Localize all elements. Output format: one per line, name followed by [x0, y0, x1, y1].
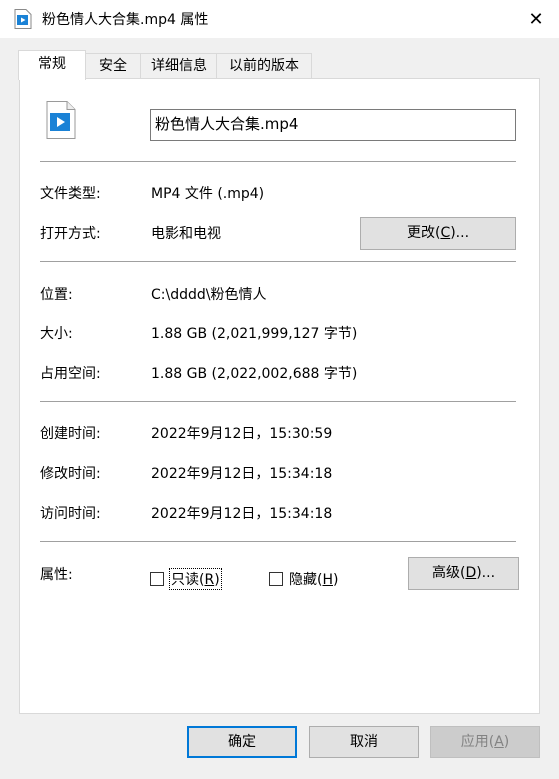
readonly-key: R [204, 572, 215, 588]
divider [40, 401, 516, 402]
general-panel: 粉色情人大合集.mp4 文件类型: MP4 文件 (.mp4) 打开方式: 电影… [19, 78, 540, 714]
attributes-label: 属性: [40, 567, 73, 583]
hidden-text: 隐藏( [289, 572, 323, 588]
change-button[interactable]: 更改(C)... [360, 217, 516, 250]
hidden-checkbox[interactable]: 隐藏(H) [269, 569, 338, 589]
open-with-value: 电影和电视 [151, 226, 221, 242]
tab-general[interactable]: 常规 [18, 50, 86, 80]
hidden-checkbox-label: 隐藏(H) [289, 569, 338, 589]
location-value: C:\dddd\粉色情人 [151, 287, 267, 303]
hidden-tail: ) [333, 572, 339, 588]
readonly-tail: ) [214, 572, 220, 588]
change-button-key: C [440, 225, 451, 241]
properties-dialog: 粉色情人大合集.mp4 属性 ✕ 常规 安全 详细信息 以前的版本 粉色情人大合… [0, 0, 559, 779]
tab-previous-versions[interactable]: 以前的版本 [216, 53, 312, 79]
modified-value: 2022年9月12日，15:34:18 [151, 466, 333, 482]
close-button[interactable]: ✕ [513, 0, 559, 38]
size-label: 大小: [40, 326, 73, 342]
file-type-label: 文件类型: [40, 186, 101, 202]
file-name-input[interactable]: 粉色情人大合集.mp4 [150, 109, 516, 141]
size-on-disk-label: 占用空间: [40, 366, 101, 382]
divider [40, 541, 516, 542]
apply-button-tail: ) [503, 734, 510, 750]
window-title: 粉色情人大合集.mp4 属性 [42, 12, 209, 28]
advanced-button-key: D [465, 565, 477, 581]
title-bar: 粉色情人大合集.mp4 属性 ✕ [0, 0, 559, 38]
file-type-value: MP4 文件 (.mp4) [151, 186, 265, 202]
advanced-button[interactable]: 高级(D)... [408, 557, 519, 590]
open-with-label: 打开方式: [40, 226, 101, 242]
tab-details[interactable]: 详细信息 [140, 53, 218, 79]
ok-button[interactable]: 确定 [187, 726, 297, 758]
readonly-checkbox[interactable]: 只读(R) [150, 568, 222, 590]
apply-button[interactable]: 应用(A) [430, 726, 540, 758]
apply-button-key: A [494, 734, 504, 750]
readonly-checkbox-label: 只读(R) [169, 568, 222, 590]
close-icon: ✕ [528, 8, 544, 30]
readonly-checkbox-box[interactable] [150, 572, 164, 586]
accessed-value: 2022年9月12日，15:34:18 [151, 506, 333, 522]
readonly-text: 只读( [171, 572, 205, 588]
divider [40, 161, 516, 162]
advanced-button-text: 高级( [431, 565, 466, 581]
advanced-button-tail: )... [476, 565, 496, 581]
divider [40, 261, 516, 262]
tab-security[interactable]: 安全 [84, 53, 142, 79]
cancel-button[interactable]: 取消 [309, 726, 419, 758]
video-file-icon [46, 101, 76, 139]
size-on-disk-value: 1.88 GB (2,022,002,688 字节) [151, 366, 358, 382]
accessed-label: 访问时间: [40, 506, 101, 522]
change-button-text: 更改( [406, 225, 441, 241]
hidden-checkbox-box[interactable] [269, 572, 283, 586]
created-value: 2022年9月12日，15:30:59 [151, 426, 333, 442]
change-button-tail: )... [450, 225, 470, 241]
location-label: 位置: [40, 287, 73, 303]
apply-button-text: 应用( [460, 734, 495, 750]
video-file-icon [14, 9, 32, 29]
created-label: 创建时间: [40, 426, 101, 442]
hidden-key: H [322, 572, 333, 588]
size-value: 1.88 GB (2,021,999,127 字节) [151, 326, 358, 342]
modified-label: 修改时间: [40, 466, 101, 482]
